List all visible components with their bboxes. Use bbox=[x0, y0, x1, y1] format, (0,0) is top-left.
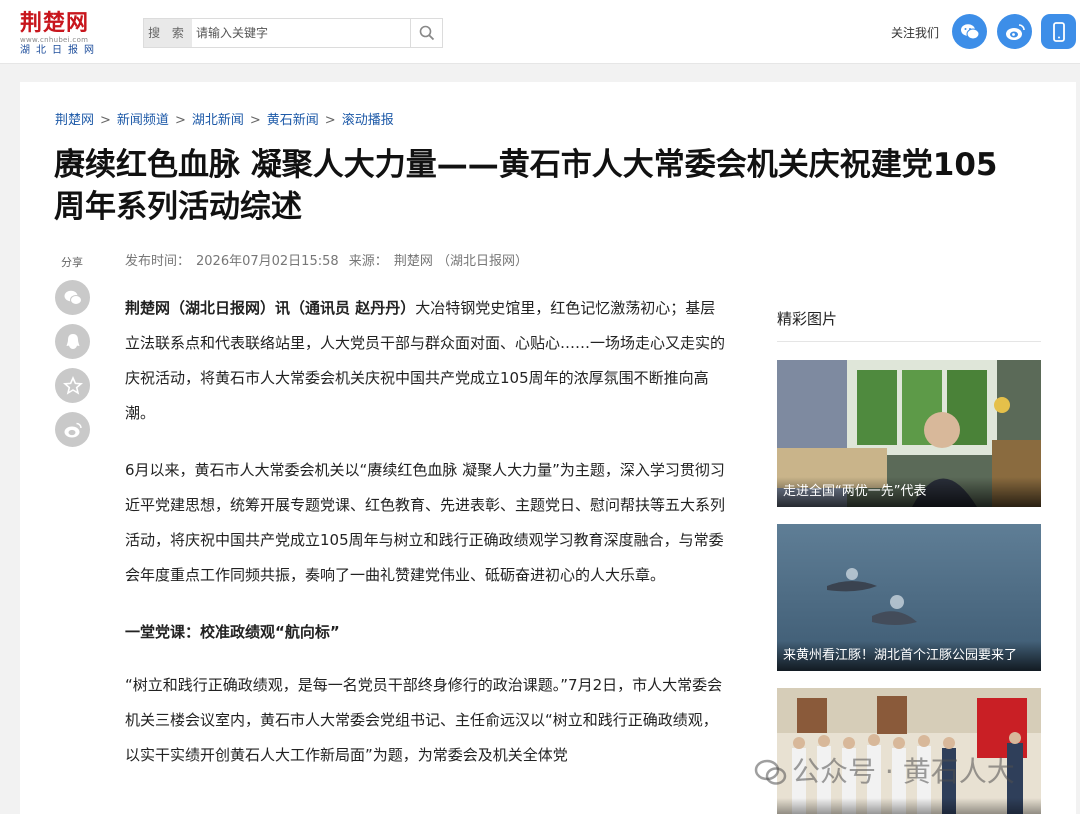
sidebar-divider bbox=[777, 341, 1041, 342]
sidebar-photo-item[interactable]: 走进全国“两优一先”代表 bbox=[777, 360, 1041, 507]
breadcrumb-item-huangshi[interactable]: 黄石新闻 bbox=[267, 113, 319, 128]
logo-main-text: 荆楚网 bbox=[20, 10, 90, 36]
follow-weibo-button[interactable] bbox=[997, 14, 1032, 49]
share-weibo-button[interactable] bbox=[55, 412, 90, 447]
logo-sub-text: 湖北日报网 bbox=[20, 45, 100, 56]
logo-url-text: www.cnhubei.com bbox=[20, 36, 89, 44]
share-qq-button[interactable] bbox=[55, 324, 90, 359]
wechat-icon bbox=[64, 290, 82, 305]
photo-caption bbox=[777, 798, 1041, 814]
breadcrumb-separator: > bbox=[324, 113, 336, 128]
article-paragraph: 荆楚网（湖北日报网）讯（通讯员 赵丹丹）大冶特钢党史馆里，红色记忆激荡初心；基层… bbox=[125, 291, 725, 431]
source-label: 来源： bbox=[348, 254, 388, 269]
article-subheading: 一堂党课：校准政绩观“航向标” bbox=[125, 623, 340, 641]
mobile-icon bbox=[1053, 22, 1065, 42]
sidebar-title: 精彩图片 bbox=[777, 310, 838, 328]
search-button[interactable] bbox=[410, 19, 442, 47]
photo-caption: 来黄州看江豚！湖北首个江豚公园要来了 bbox=[777, 641, 1041, 671]
top-header: 荆楚网 www.cnhubei.com 湖北日报网 搜 索 关注我们 bbox=[0, 0, 1080, 64]
share-qzone-button[interactable] bbox=[55, 368, 90, 403]
search-input[interactable] bbox=[196, 19, 408, 47]
article-body: 荆楚网（湖北日报网）讯（通讯员 赵丹丹）大冶特钢党史馆里，红色记忆激荡初心；基层… bbox=[125, 291, 725, 795]
article-paragraph: “树立和践行正确政绩观，是每一名党员干部终身修行的政治课题。”7月2日，市人大常… bbox=[125, 676, 723, 764]
search-label: 搜 索 bbox=[144, 19, 192, 47]
share-wechat-button[interactable] bbox=[55, 280, 90, 315]
article-lead: 荆楚网（湖北日报网）讯（通讯员 赵丹丹） bbox=[125, 299, 416, 317]
article-title: 赓续红色血脉 凝聚人大力量——黄石市人大常委会机关庆祝建党105周年系列活动综述 bbox=[54, 147, 998, 225]
article-paragraph-text: 大冶特钢党史馆里，红色记忆激荡初心；基层立法联系点和代表联络站里，人大党员干部与… bbox=[125, 299, 726, 422]
breadcrumb-item-rolling[interactable]: 滚动播报 bbox=[342, 113, 394, 128]
breadcrumb-separator: > bbox=[174, 113, 186, 128]
breadcrumb-separator: > bbox=[100, 113, 111, 128]
article-meta: 发布时间： 2026年07月02日15:58 来源： 荆楚网 （湖北日报网） bbox=[125, 250, 534, 269]
weibo-icon bbox=[1006, 24, 1025, 40]
source-name: 荆楚网 （湖北日报网） bbox=[393, 254, 528, 269]
breadcrumb-separator: > bbox=[249, 113, 261, 128]
sidebar-photo-item[interactable] bbox=[777, 688, 1041, 814]
publish-time: 2026年07月02日15:58 bbox=[196, 254, 339, 269]
photo-thumbnail bbox=[777, 688, 1041, 814]
qq-icon bbox=[66, 334, 80, 349]
photo-caption: 走进全国“两优一先”代表 bbox=[777, 477, 1041, 507]
sidebar-photo-item[interactable]: 来黄州看江豚！湖北首个江豚公园要来了 bbox=[777, 524, 1041, 671]
article-card: 荆楚网 > 新闻频道 > 湖北新闻 > 黄石新闻 > 滚动播报 赓续红色血脉 凝聚人大力量——黄… bbox=[20, 82, 1076, 814]
qzone-icon bbox=[63, 376, 83, 395]
follow-wechat-button[interactable] bbox=[952, 14, 987, 49]
search-icon bbox=[419, 25, 435, 41]
follow-us-label: 关注我们 bbox=[891, 26, 940, 40]
breadcrumb: 荆楚网 > 新闻频道 > 湖北新闻 > 黄石新闻 > 滚动播报 bbox=[55, 109, 394, 128]
breadcrumb-item-hubei[interactable]: 湖北新闻 bbox=[192, 113, 244, 128]
publish-time-label: 发布时间： bbox=[125, 254, 191, 269]
weibo-icon bbox=[64, 422, 82, 438]
wechat-icon bbox=[961, 24, 980, 40]
breadcrumb-item-home[interactable]: 荆楚网 bbox=[55, 113, 94, 128]
follow-mobile-button[interactable] bbox=[1041, 14, 1076, 49]
breadcrumb-item-news[interactable]: 新闻频道 bbox=[117, 113, 169, 128]
article-paragraph: 6月以来，黄石市人大常委会机关以“赓续红色血脉 凝聚人大力量”为主题，深入学习贯… bbox=[125, 461, 726, 584]
share-label: 分享 bbox=[61, 256, 83, 269]
search-box: 搜 索 bbox=[143, 18, 443, 48]
site-logo[interactable]: 荆楚网 www.cnhubei.com 湖北日报网 bbox=[20, 10, 112, 56]
